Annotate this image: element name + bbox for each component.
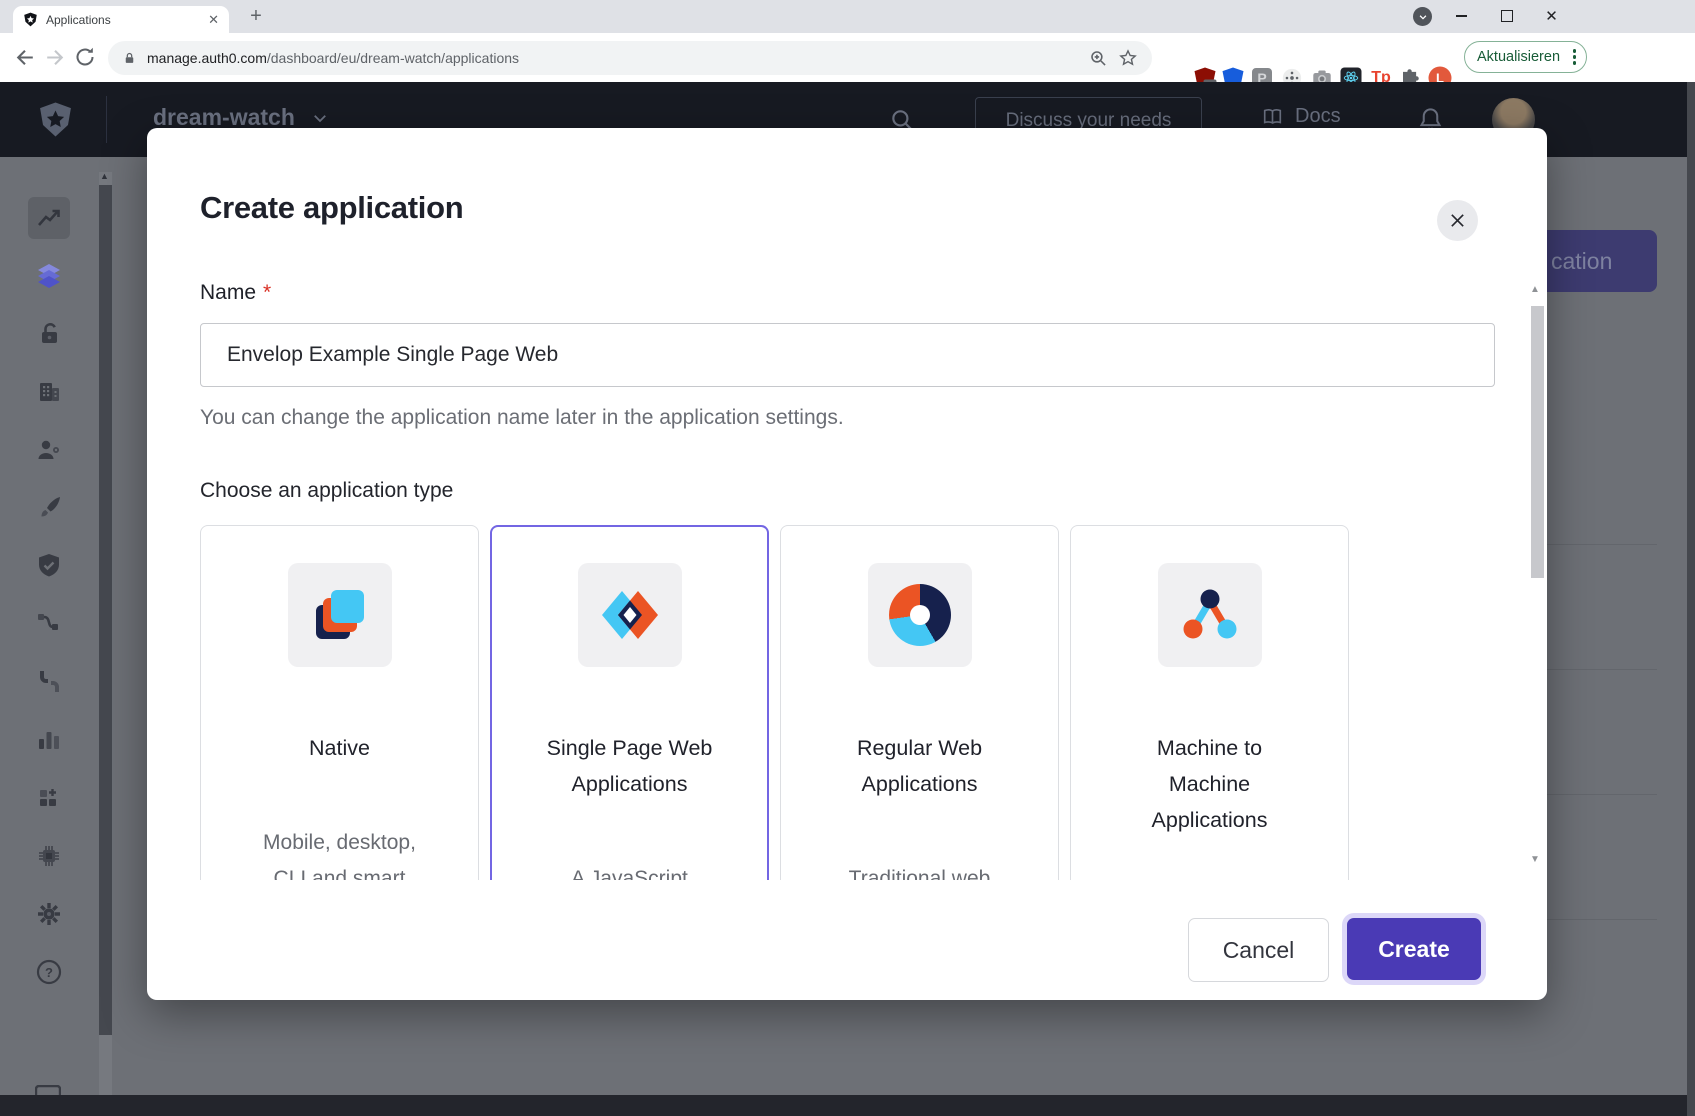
cancel-button[interactable]: Cancel [1188,918,1329,982]
card-description: A JavaScript [571,861,688,880]
card-description: Traditional web [849,861,991,880]
m2m-nodes-icon [1158,563,1262,667]
header-divider [106,96,107,143]
sidebar-item-paintbrush-icon[interactable] [35,494,63,522]
forward-button[interactable] [42,45,67,70]
scrollbar-thumb[interactable] [99,185,112,1035]
sidebar-item-building-icon[interactable] [35,378,63,406]
modal-scrollbar-thumb[interactable] [1531,306,1544,578]
window-minimize-button[interactable] [1439,0,1484,32]
modal-title: Create application [200,190,463,226]
browser-toolbar: manage.auth0.com/dashboard/eu/dream-watc… [0,33,1695,82]
scroll-up-arrow-icon[interactable]: ▲ [100,171,109,181]
name-help-text: You can change the application name late… [200,406,844,430]
reload-button[interactable] [73,45,98,70]
tab-search-button[interactable] [1413,7,1432,26]
card-native[interactable]: Native Mobile, desktop, CLI and smart [200,525,479,880]
lock-icon[interactable] [122,50,137,67]
docs-link[interactable]: Docs [1260,105,1341,128]
svg-text:?: ? [45,965,53,980]
card-title: Single Page Web Applications [530,730,730,802]
name-label: Name* [200,281,271,305]
modal-scroll-up-arrow-icon[interactable]: ▲ [1530,284,1540,295]
browser-tab[interactable]: Applications ✕ [13,6,229,33]
window-maximize-button[interactable] [1484,0,1529,32]
url-text: manage.auth0.com/dashboard/eu/dream-watc… [147,50,1079,66]
spa-diamonds-icon [578,563,682,667]
required-mark: * [263,281,271,304]
tab-title: Applications [46,13,200,27]
sidebar-scrollbar[interactable]: ▲ ▼ [99,172,112,1116]
sidebar-item-grid-plus-icon[interactable] [35,784,63,812]
sidebar-item-layers-icon[interactable] [35,262,63,290]
tab-close-icon[interactable]: ✕ [208,13,219,26]
back-button[interactable] [13,45,38,70]
modal-close-button[interactable] [1437,200,1478,241]
close-icon [1449,212,1466,229]
sidebar-item-pipeline-icon[interactable] [35,668,63,696]
native-stack-icon [288,563,392,667]
application-name-input[interactable] [200,323,1495,387]
new-tab-button[interactable]: + [243,3,269,29]
sidebar-item-help-circle-icon[interactable]: ? [35,958,63,986]
application-type-label: Choose an application type [200,479,453,503]
modal-scroll-down-arrow-icon[interactable]: ▼ [1530,854,1540,865]
address-bar[interactable]: manage.auth0.com/dashboard/eu/dream-watc… [108,41,1152,75]
application-type-cards: Native Mobile, desktop, CLI and smart Si… [200,525,1349,880]
sidebar-item-flow-icon[interactable] [35,610,63,638]
sidebar-item-gear-icon[interactable] [35,900,63,928]
zoom-icon[interactable] [1089,49,1108,68]
sidebar-item-shield-check-icon[interactable] [35,552,63,580]
regular-web-donut-icon [868,563,972,667]
sidebar-item-chip-icon[interactable] [35,842,63,870]
modal-body: Name* You can change the application nam… [147,270,1547,880]
sidebar-nav: ? [0,157,97,1116]
sidebar-item-bar-chart-icon[interactable] [35,726,63,754]
card-regular-web[interactable]: Regular Web Applications Traditional web [780,525,1059,880]
book-icon [1260,106,1285,128]
page-scrollbar[interactable] [1687,82,1695,1116]
card-title: Regular Web Applications [835,730,1005,802]
auth0-logo-icon[interactable] [37,101,74,138]
screen: Applications ✕ + ✕ manage.auth0.com/dash… [0,0,1695,1116]
card-title: Machine to Machine Applications [1132,730,1287,838]
page-bottom-bar [0,1095,1695,1116]
window-close-button[interactable]: ✕ [1529,0,1574,32]
sidebar-item-trending-up-icon[interactable] [28,197,70,239]
sidebar-item-unlock-icon[interactable] [35,320,63,348]
card-machine-to-machine[interactable]: Machine to Machine Applications [1070,525,1349,880]
create-application-modal: Create application Name* You can change … [147,128,1547,1000]
bookmark-star-icon[interactable] [1118,48,1138,68]
browser-menu-kebab-icon[interactable] [1569,45,1580,68]
tenant-switcher[interactable]: dream-watch [153,104,329,131]
create-button[interactable]: Create [1347,918,1481,980]
card-title: Native [309,730,370,766]
card-single-page-web[interactable]: Single Page Web Applications A JavaScrip… [490,525,769,880]
browser-update-button[interactable]: Aktualisieren [1464,41,1587,73]
chevron-down-icon [311,109,329,127]
card-description: Mobile, desktop, CLI and smart [250,825,430,880]
browser-tab-strip: Applications ✕ + ✕ [0,0,1695,33]
auth0-favicon-icon [23,12,38,27]
chevron-down-icon [1418,12,1428,22]
sidebar-item-user-gear-icon[interactable] [35,436,63,464]
